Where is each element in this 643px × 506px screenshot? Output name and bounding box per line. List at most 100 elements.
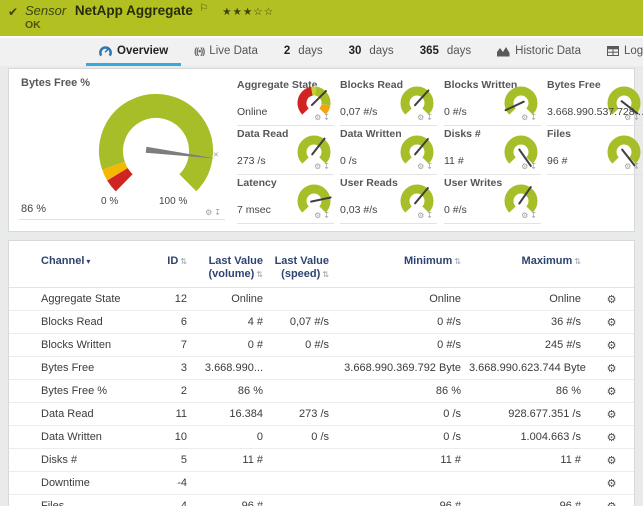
pin-icon[interactable]: ↧ [323,113,332,122]
gauge-value: 86 % [21,203,46,215]
cell-minimum: 0 /s [337,426,469,449]
gauge-tile-user-writes[interactable]: User Writes 0 #/s ⚙↧ [444,177,541,224]
cell-channel: Aggregate State [9,288,149,311]
column-header-minimum[interactable]: Minimum⇅ [337,241,469,288]
channel-settings-icon[interactable]: ⚙ [607,340,617,352]
cell-last-volume: 3.668.990... [195,357,271,380]
cell-channel: Disks # [9,449,149,472]
gauge-tile-bytes-free[interactable]: Bytes Free 3.668.990.537.728 … ⚙↧ [547,79,643,126]
cell-last-speed: 0 /s [271,426,337,449]
channel-settings-icon[interactable]: ⚙ [607,501,617,506]
channel-table-panel: Channel▾ID⇅Last Value (volume)⇅Last Valu… [8,240,635,506]
tab-overview[interactable]: Overview [86,39,181,66]
pin-icon[interactable]: ↧ [214,208,223,217]
tab-bar: Overview ((•)) Live Data 2 days 30 days … [0,36,643,66]
gear-icon[interactable]: ⚙ [205,208,214,217]
channel-settings-icon[interactable]: ⚙ [607,409,617,421]
gear-icon[interactable]: ⚙ [417,162,426,171]
cell-maximum [469,472,589,495]
pin-icon[interactable]: ↧ [323,162,332,171]
cell-maximum: 245 #/s [469,334,589,357]
column-header-id[interactable]: ID⇅ [149,241,195,288]
gauge-title: Files [547,128,571,140]
gauge-value: 0 /s [340,155,357,167]
gauge-tile-data-written[interactable]: Data Written 0 /s ⚙↧ [340,128,437,175]
cell-maximum: 96 # [469,495,589,506]
gauge-value: 96 # [547,155,567,167]
gear-icon[interactable]: ⚙ [314,162,323,171]
tab-historic-data[interactable]: Historic Data [484,39,594,66]
gauge-tile-disks[interactable]: Disks # 11 # ⚙↧ [444,128,541,175]
table-body: Aggregate State 12 Online Online Online … [9,288,634,506]
gear-icon[interactable]: ⚙ [314,113,323,122]
table-row: Downtime -4 ⚙ [9,472,634,495]
broadcast-icon: ((•)) [194,46,204,56]
cell-channel: Files [9,495,149,506]
gauge-tile-blocks-written[interactable]: Blocks Written 0 #/s ⚙↧ [444,79,541,126]
pin-icon[interactable]: ↧ [426,113,435,122]
channel-settings-icon[interactable]: ⚙ [607,317,617,329]
pin-icon[interactable]: ↧ [530,113,539,122]
tab-2-days[interactable]: 2 days [271,39,336,66]
pin-icon[interactable]: ↧ [426,162,435,171]
column-header-last_volume[interactable]: Last Value (volume)⇅ [195,241,271,288]
cell-id: 12 [149,288,195,311]
column-header-last_speed[interactable]: Last Value (speed)⇅ [271,241,337,288]
cell-id: 11 [149,403,195,426]
column-header-channel[interactable]: Channel▾ [9,241,149,288]
tab-365-days[interactable]: 365 days [407,39,484,66]
gear-icon[interactable]: ⚙ [314,211,323,220]
pin-icon[interactable]: ↧ [633,162,642,171]
pin-icon[interactable]: ↧ [323,211,332,220]
tab-live-data[interactable]: ((•)) Live Data [181,39,271,66]
tab-30-days[interactable]: 30 days [336,39,407,66]
gauge-title: Bytes Free [547,79,601,91]
gauge-title: Data Written [340,128,402,140]
cell-last-volume: 11 # [195,449,271,472]
gear-icon[interactable]: ⚙ [521,113,530,122]
table-row: Blocks Written 7 0 # 0 #/s 0 #/s 245 #/s… [9,334,634,357]
cell-minimum: 3.668.990.369.792 Byte [337,357,469,380]
channel-settings-icon[interactable]: ⚙ [607,363,617,375]
gauge-tile-user-reads[interactable]: User Reads 0,03 #/s ⚙↧ [340,177,437,224]
gauge-tile-data-read[interactable]: Data Read 273 /s ⚙↧ [237,128,334,175]
gear-icon[interactable]: ⚙ [521,162,530,171]
gauge-tile-blocks-read[interactable]: Blocks Read 0,07 #/s ⚙↧ [340,79,437,126]
cell-minimum: 11 # [337,449,469,472]
cell-minimum [337,472,469,495]
flag-icon[interactable]: ⚐ [199,3,208,14]
tab-log[interactable]: Log [594,39,643,66]
gear-icon[interactable]: ⚙ [521,211,530,220]
cell-last-volume: Online [195,288,271,311]
gear-icon[interactable]: ⚙ [417,113,426,122]
pin-icon[interactable]: ↧ [426,211,435,220]
channel-settings-icon[interactable]: ⚙ [607,455,617,467]
column-header-actions[interactable] [589,241,634,288]
gauge-title: Blocks Read [340,79,403,91]
gauge-tile-files[interactable]: Files 96 # ⚙↧ [547,128,643,175]
table-icon [607,46,619,56]
channel-settings-icon[interactable]: ⚙ [607,386,617,398]
table-row: Data Written 10 0 0 /s 0 /s 1.004.663 /s… [9,426,634,449]
priority-stars[interactable]: ★★★☆☆ [222,6,274,18]
column-header-maximum[interactable]: Maximum⇅ [469,241,589,288]
channel-settings-icon[interactable]: ⚙ [607,432,617,444]
gauge-title: User Reads [340,177,398,189]
gauge-value: 0 #/s [444,204,467,216]
channel-settings-icon[interactable]: ⚙ [607,294,617,306]
gauge-tile-bytes-free-percent[interactable]: Bytes Free % ✕ 0 % 100 % 86 % ⚙↧ [9,69,233,231]
gear-icon[interactable]: ⚙ [624,162,633,171]
table-row: Disks # 5 11 # 11 # 11 # ⚙ [9,449,634,472]
cell-id: -4 [149,472,195,495]
gear-icon[interactable]: ⚙ [417,211,426,220]
cell-minimum: Online [337,288,469,311]
channel-settings-icon[interactable]: ⚙ [607,478,617,490]
pin-icon[interactable]: ↧ [530,211,539,220]
cell-last-speed: 273 /s [271,403,337,426]
cell-channel: Data Read [9,403,149,426]
cell-channel: Blocks Written [9,334,149,357]
needle-tip-marker: ✕ [213,151,219,159]
pin-icon[interactable]: ↧ [530,162,539,171]
gauge-tile-latency[interactable]: Latency 7 msec ⚙↧ [237,177,334,224]
gauge-tile-aggregate-state[interactable]: Aggregate State Online ⚙↧ [237,79,334,126]
